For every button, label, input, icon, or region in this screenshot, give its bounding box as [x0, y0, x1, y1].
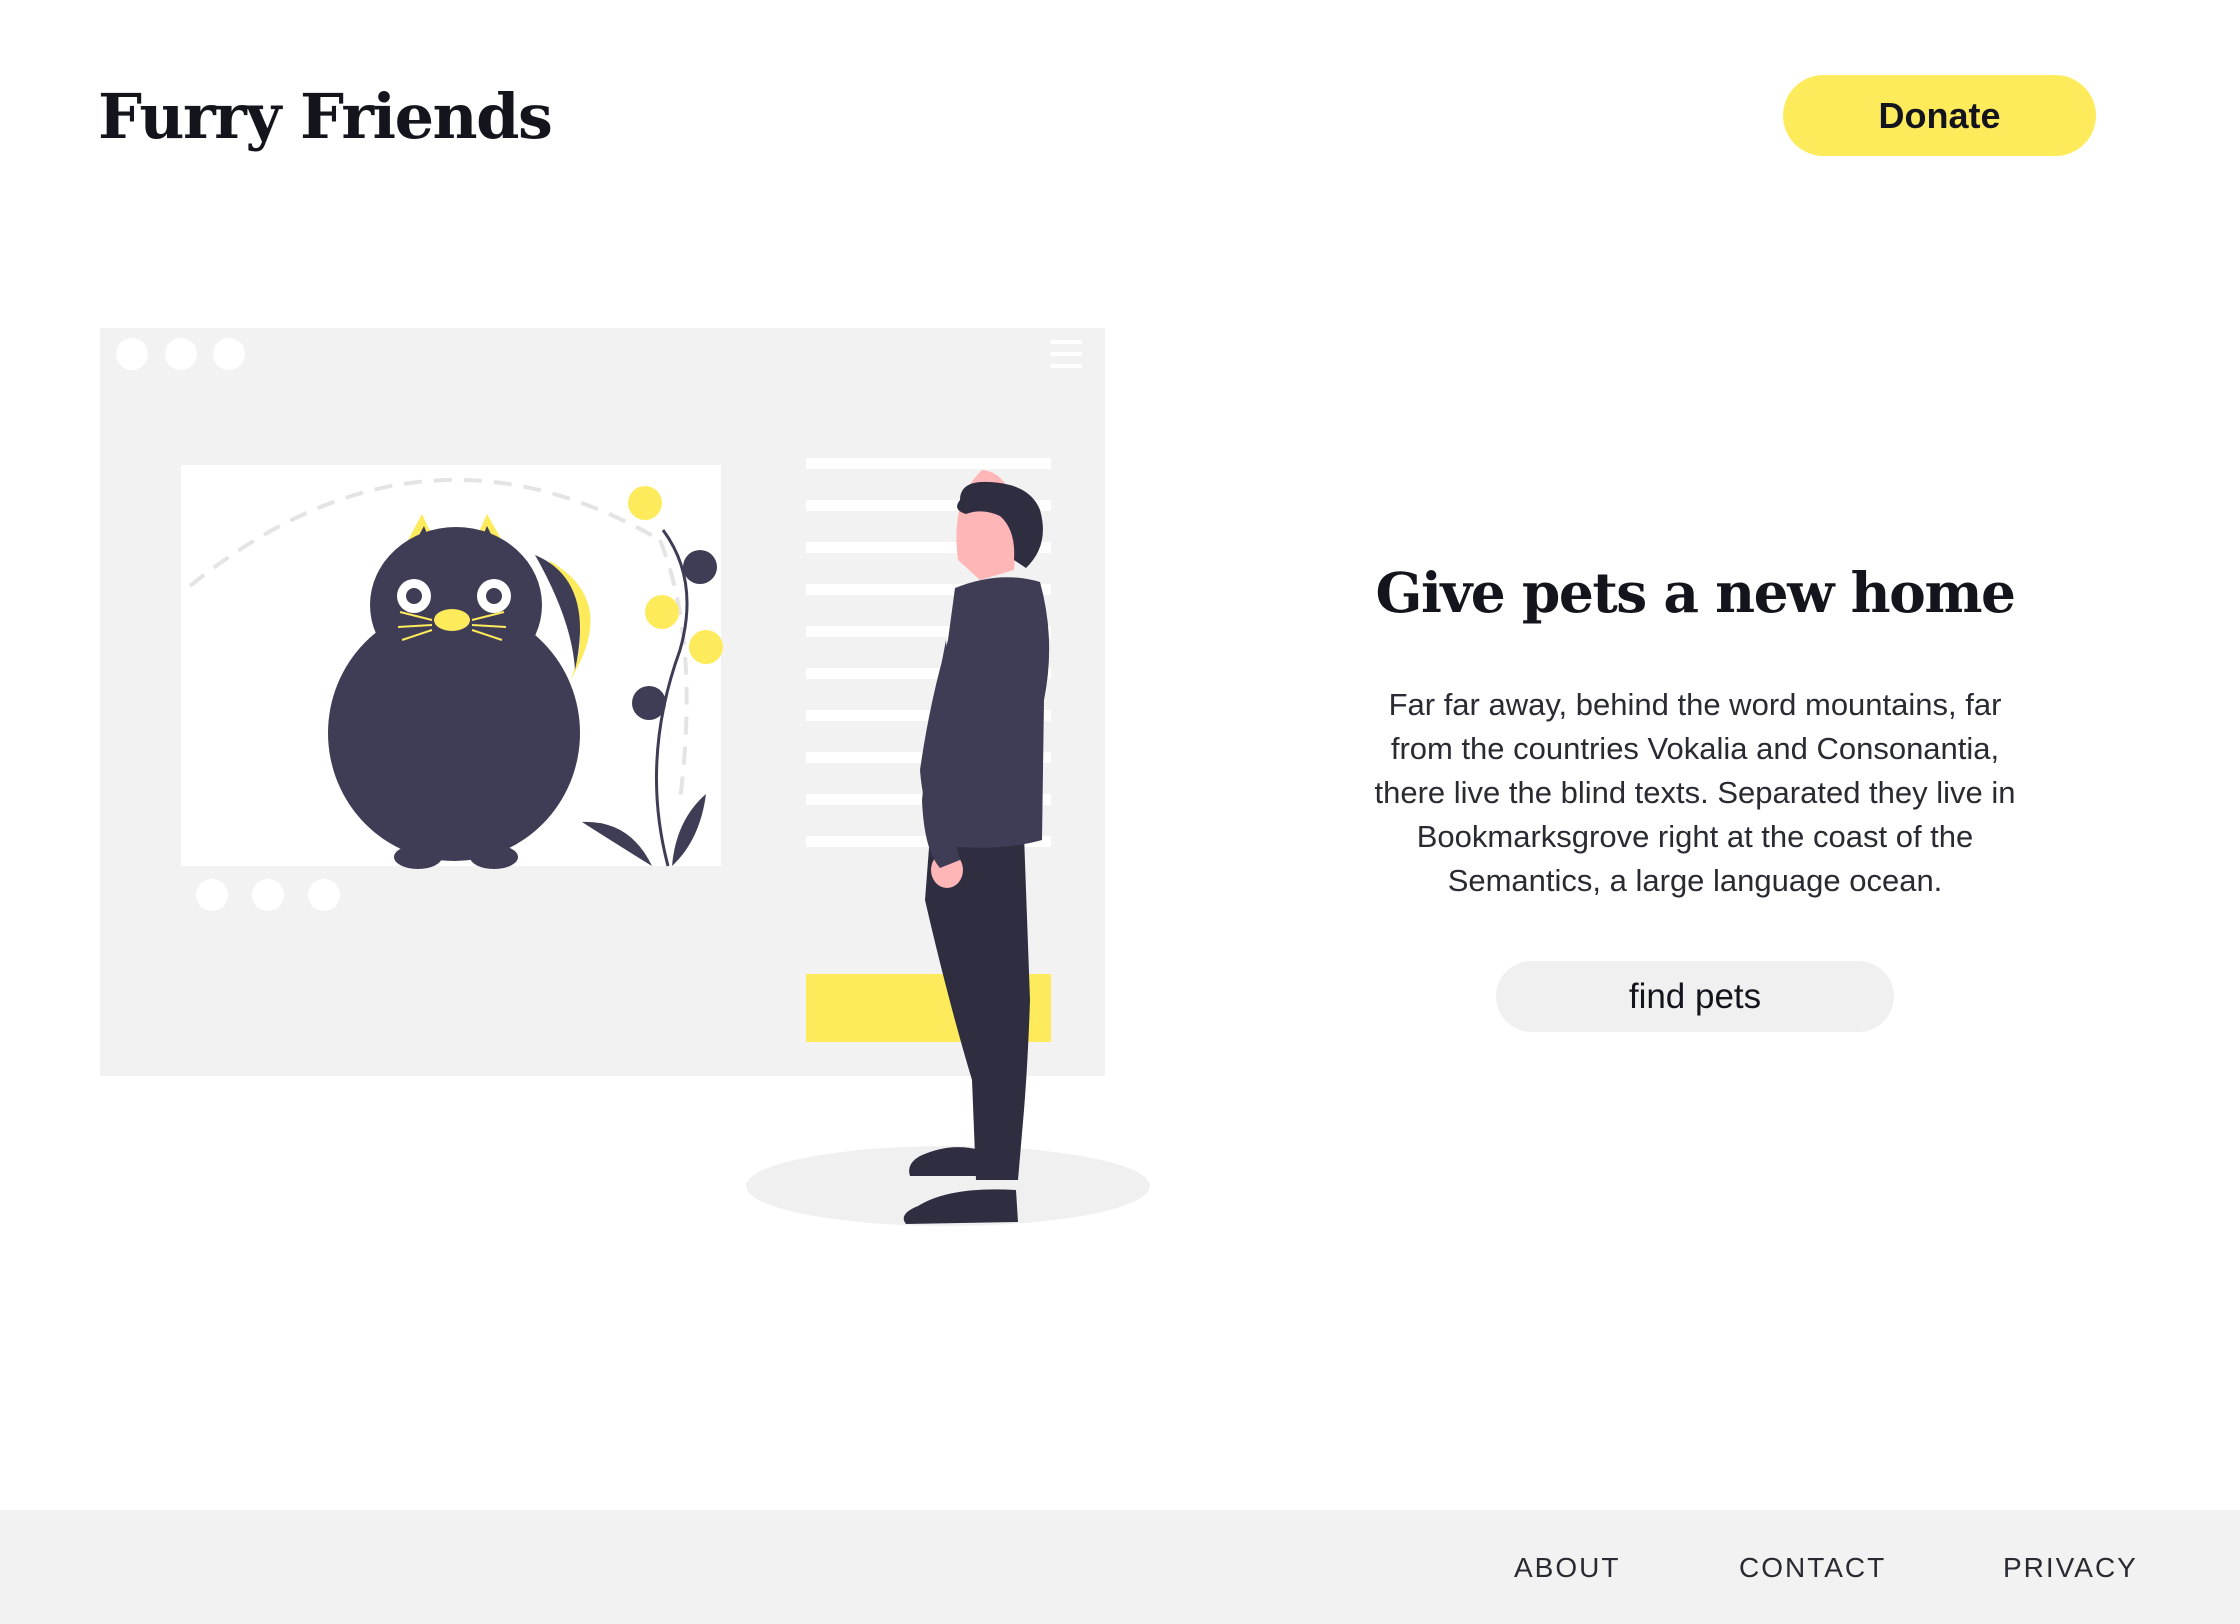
hero-illustration-svg: [100, 328, 1150, 1226]
footer-link-contact[interactable]: CONTACT: [1739, 1552, 1886, 1584]
hero-title: Give pets a new home: [1375, 560, 2016, 625]
footer-link-about[interactable]: ABOUT: [1514, 1552, 1620, 1584]
carousel-dots-icon: [196, 879, 340, 911]
hero-section: Give pets a new home Far far away, behin…: [1340, 560, 2050, 903]
window-dots-icon: [116, 338, 245, 370]
donate-button[interactable]: Donate: [1783, 75, 2096, 156]
hero-description: Far far away, behind the word mountains,…: [1374, 687, 2016, 898]
hero-illustration: [0, 0, 1180, 1260]
footer: ABOUT CONTACT PRIVACY: [0, 1510, 2240, 1624]
find-pets-button[interactable]: find pets: [1496, 961, 1894, 1032]
footer-link-privacy[interactable]: PRIVACY: [2003, 1552, 2138, 1584]
